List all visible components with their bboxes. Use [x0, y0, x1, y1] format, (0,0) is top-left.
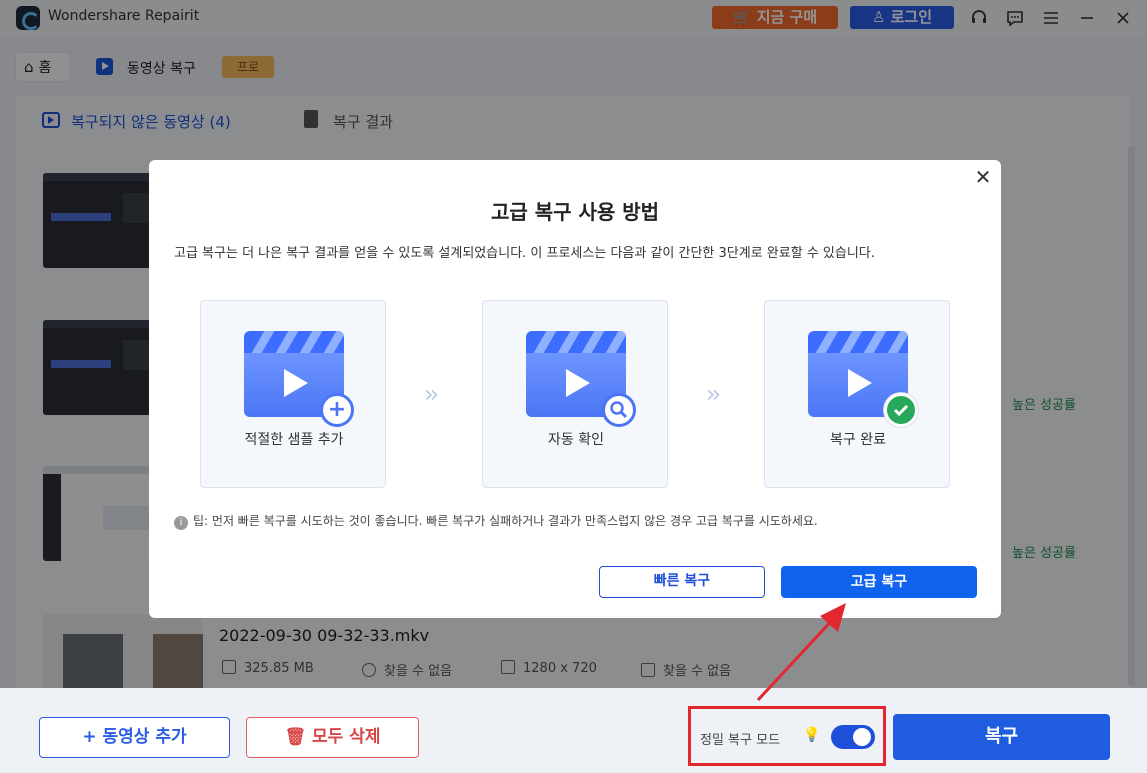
- lightbulb-icon[interactable]: 💡: [803, 728, 820, 743]
- step-label: 자동 확인: [548, 432, 604, 448]
- quick-repair-button[interactable]: 빠른 복구: [599, 566, 765, 598]
- tip-label: 팁: 먼저 빠른 복구를 시도하는 것이 좋습니다. 빠른 복구가 실패하거나 …: [193, 514, 818, 528]
- trash-icon: 🗑: [284, 727, 307, 747]
- repair-button[interactable]: 복구: [893, 714, 1110, 760]
- dialog-title: 고급 복구 사용 방법: [490, 200, 660, 224]
- add-video-button[interactable]: + 동영상 추가: [39, 717, 230, 758]
- precision-mode-label: 정밀 복구 모드: [700, 733, 781, 748]
- chevron-right-icon: ››: [424, 380, 439, 408]
- delete-all-button[interactable]: 🗑 모두 삭제: [246, 717, 419, 758]
- info-icon: i: [174, 516, 188, 530]
- dialog-close-icon[interactable]: ✕: [972, 166, 994, 188]
- plus-icon: +: [320, 393, 354, 427]
- delete-all-label: 모두 삭제: [312, 727, 381, 747]
- step-card-repair-complete: 복구 완료: [764, 300, 950, 488]
- advanced-repair-button[interactable]: 고급 복구: [781, 566, 977, 598]
- tip-text: i 팁: 먼저 빠른 복구를 시도하는 것이 좋습니다. 빠른 복구가 실패하거나…: [174, 512, 818, 530]
- dialog-description: 고급 복구는 더 나은 복구 결과를 얻을 수 있도록 설계되었습니다. 이 프…: [174, 246, 875, 261]
- step-label: 적절한 샘플 추가: [244, 432, 344, 448]
- search-icon: [602, 393, 636, 427]
- step-label: 복구 완료: [830, 432, 886, 448]
- precision-mode-toggle[interactable]: [831, 725, 875, 749]
- step-card-auto-check: 자동 확인: [482, 300, 668, 488]
- chevron-right-icon: ››: [706, 380, 721, 408]
- check-icon: [884, 393, 918, 427]
- step-card-add-sample: + 적절한 샘플 추가: [200, 300, 386, 488]
